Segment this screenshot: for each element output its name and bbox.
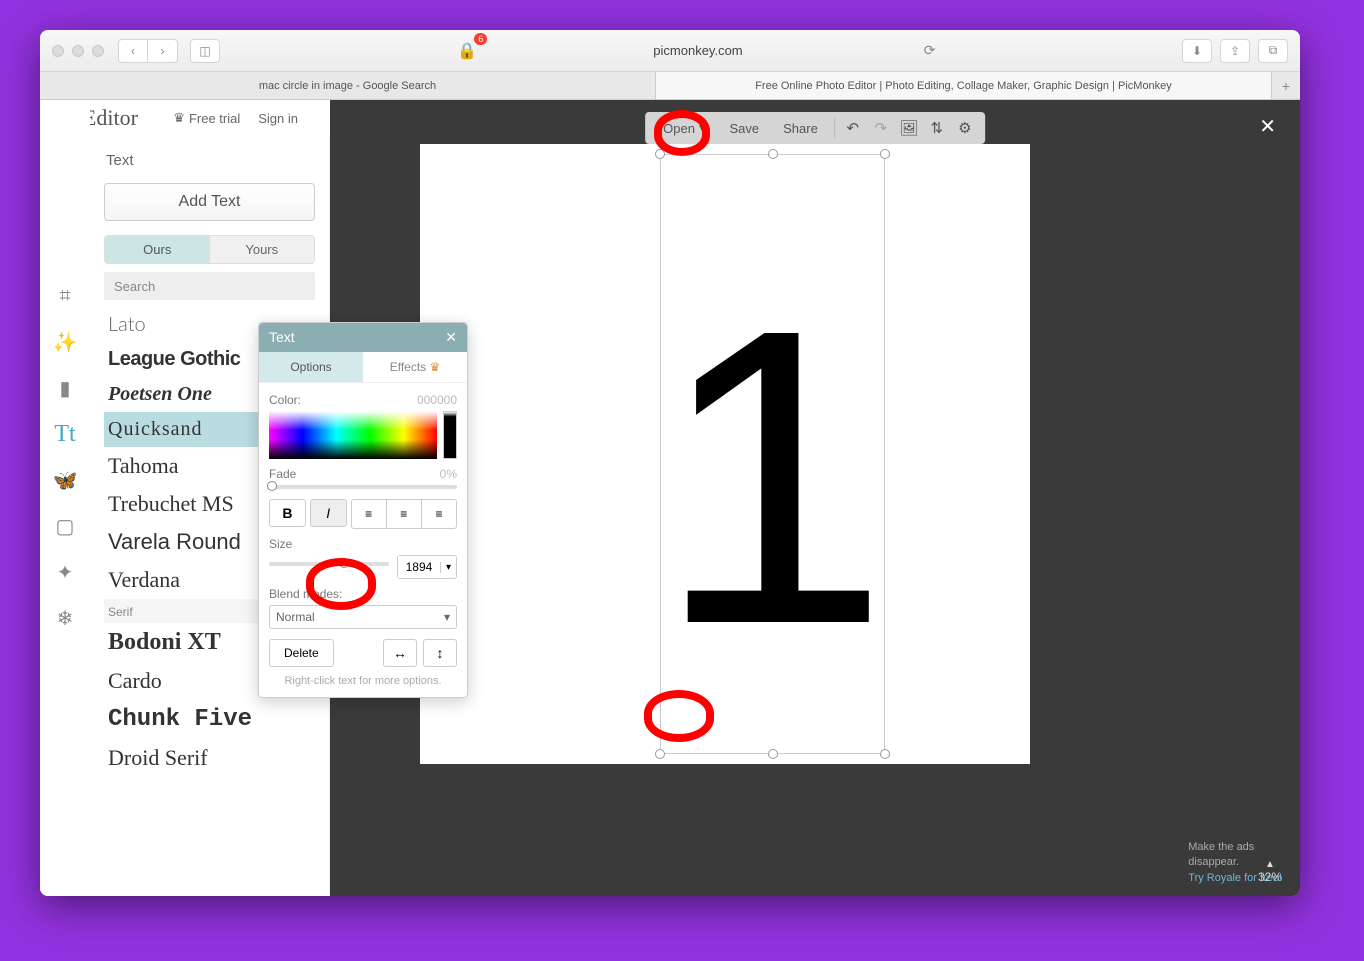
align-right-icon[interactable]: ≡ (422, 500, 456, 528)
back-button[interactable]: ‹ (118, 39, 148, 63)
tab-effects[interactable]: Effects ♛ (363, 352, 467, 382)
popup-hint: Right-click text for more options. (269, 675, 457, 687)
handle-br[interactable] (880, 749, 890, 759)
size-field[interactable] (398, 556, 440, 578)
blend-label: Blend modes: (269, 587, 342, 601)
text-properties-popup: Text ✕ Options Effects ♛ Color: 000000 Fa… (258, 322, 468, 698)
browser-tab-1[interactable]: Free Online Photo Editor | Photo Editing… (656, 72, 1272, 99)
share-button[interactable]: Share (771, 112, 830, 144)
handle-bc[interactable] (768, 749, 778, 759)
size-slider[interactable] (269, 562, 389, 566)
editor-toolbar: Open ▾ Save Share ↶ ↷ 🖼 ⇅ ⚙ (645, 112, 985, 144)
color-value: 000000 (417, 393, 457, 407)
ad-text: Make the ads disappear. Try Royale for f… (1188, 840, 1282, 886)
segment-yours[interactable]: Yours (210, 236, 315, 263)
browser-tab-0[interactable]: mac circle in image - Google Search (40, 72, 656, 99)
add-text-button[interactable]: Add Text (104, 183, 315, 221)
font-item[interactable]: Droid Serif (104, 739, 315, 777)
url-text[interactable]: picmonkey.com (653, 43, 742, 58)
tab-options[interactable]: Options (259, 352, 363, 382)
blend-mode-select[interactable]: Normal▾ (269, 605, 457, 629)
fade-value: 0% (440, 467, 457, 481)
panel-title: Text (90, 144, 329, 183)
themes-icon[interactable]: ❄ (49, 602, 81, 634)
italic-button[interactable]: I (310, 499, 347, 527)
share-button[interactable]: ⇪ (1220, 39, 1250, 63)
free-trial-link[interactable]: ♛Free trial (173, 110, 240, 126)
font-source-segment: Ours Yours (104, 235, 315, 264)
undo-icon[interactable]: ↶ (839, 119, 867, 137)
nav-buttons: ‹ › (118, 39, 178, 63)
redo-icon[interactable]: ↷ (867, 119, 895, 137)
popup-header[interactable]: Text ✕ (259, 323, 467, 352)
lock-icon: 🔒6 (457, 41, 477, 61)
forward-button[interactable]: › (148, 39, 178, 63)
effects-icon[interactable]: ✨ (49, 326, 81, 358)
handle-tc[interactable] (768, 149, 778, 159)
canvas-area[interactable]: Open ▾ Save Share ↶ ↷ 🖼 ⇅ ⚙ ✕ (330, 100, 1300, 896)
value-strip[interactable] (443, 411, 457, 459)
browser-chrome: ‹ › ◫ 🔒6 picmonkey.com ⟳ ⬇ ⇪ ⧉ (40, 30, 1300, 72)
notification-badge: 6 (474, 33, 487, 45)
save-button[interactable]: Save (718, 112, 772, 144)
touchup-icon[interactable]: ▮ (49, 372, 81, 404)
align-center-icon[interactable]: ≡ (387, 500, 422, 528)
size-input[interactable]: ▾ (397, 555, 457, 579)
settings-icon[interactable]: ⚙ (951, 119, 979, 137)
align-group: ≡ ≡ ≡ (351, 499, 457, 529)
font-search-input[interactable]: Search (104, 272, 315, 300)
handle-tl[interactable] (655, 149, 665, 159)
segment-ours[interactable]: Ours (105, 236, 210, 263)
fade-slider[interactable] (269, 485, 457, 489)
tabs-button[interactable]: ⧉ (1258, 39, 1288, 63)
flip-h-icon[interactable]: ↔ (383, 639, 417, 667)
delete-button[interactable]: Delete (269, 639, 334, 667)
popup-close-icon[interactable]: ✕ (445, 329, 457, 346)
chevron-down-icon: ▾ (444, 610, 450, 624)
tool-rail: ⌗ ✨ ▮ Tt 🦋 ▢ ✦ ❄ (40, 100, 90, 896)
image-icon[interactable]: 🖼 (895, 119, 923, 137)
flip-v-icon[interactable]: ↕ (423, 639, 457, 667)
open-button[interactable]: Open ▾ (651, 112, 717, 144)
align-left-icon[interactable]: ≡ (352, 500, 387, 528)
chevron-down-icon: ▾ (699, 120, 706, 136)
sign-in-link[interactable]: Sign in (258, 110, 298, 126)
handle-tr[interactable] (880, 149, 890, 159)
bold-button[interactable]: B (269, 499, 306, 527)
close-button[interactable]: ✕ (1259, 114, 1276, 139)
text-tool-icon[interactable]: Tt (49, 418, 81, 450)
crop-icon[interactable]: ⌗ (49, 280, 81, 312)
overlays-icon[interactable]: 🦋 (49, 464, 81, 496)
canvas[interactable]: 1 (420, 144, 1030, 764)
traffic-lights[interactable] (52, 45, 104, 57)
tab-bar: mac circle in image - Google Search Free… (40, 72, 1300, 100)
layers-icon[interactable]: ⇅ (923, 119, 951, 137)
textures-icon[interactable]: ✦ (49, 556, 81, 588)
logo-text: Editor (83, 105, 138, 131)
text-selection[interactable]: 1 (660, 154, 885, 754)
canvas-text[interactable]: 1 (656, 268, 890, 688)
size-label: Size (269, 537, 292, 551)
color-label: Color: (269, 393, 301, 407)
browser-window: ‹ › ◫ 🔒6 picmonkey.com ⟳ ⬇ ⇪ ⧉ mac circl… (40, 30, 1300, 896)
downloads-button[interactable]: ⬇ (1182, 39, 1212, 63)
size-handle[interactable] (339, 558, 349, 568)
color-spectrum[interactable] (269, 411, 437, 459)
new-tab-button[interactable]: + (1272, 72, 1300, 99)
crown-icon: ♛ (430, 360, 441, 374)
try-royale-link[interactable]: Try Royale for free! (1188, 872, 1282, 884)
crown-icon: ♛ (173, 110, 185, 126)
frames-icon[interactable]: ▢ (49, 510, 81, 542)
fade-label: Fade (269, 467, 296, 481)
sidebar-button[interactable]: ◫ (190, 39, 220, 63)
reload-icon[interactable]: ⟳ (919, 40, 941, 62)
font-item[interactable]: Chunk Five (104, 700, 315, 739)
fade-handle[interactable] (267, 481, 277, 491)
size-dropdown-icon[interactable]: ▾ (440, 562, 456, 573)
handle-bl[interactable] (655, 749, 665, 759)
